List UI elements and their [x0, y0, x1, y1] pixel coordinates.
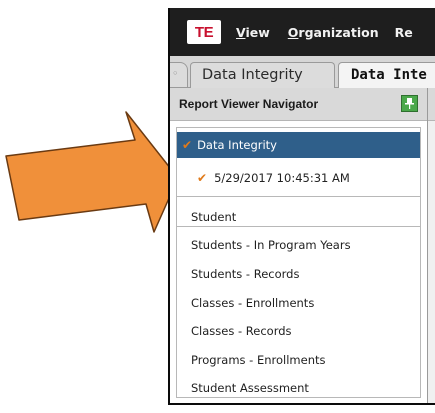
- report-list: Student Students - In Program Years Stud…: [176, 196, 421, 398]
- document-tab-strip: ◦ Data Integrity Data Inte: [170, 56, 435, 88]
- menu-organization[interactable]: Organization: [288, 25, 379, 40]
- navigator-title: Report Viewer Navigator: [179, 97, 319, 111]
- menu-view[interactable]: View: [236, 25, 270, 40]
- report-item-programs-enrollments[interactable]: Programs - Enrollments: [177, 346, 420, 374]
- tree-item-data-integrity[interactable]: ✔ Data Integrity: [177, 132, 420, 158]
- report-item-student[interactable]: Student: [177, 203, 420, 231]
- application-window: TE View Organization Re ◦ Data Integrity…: [168, 8, 435, 405]
- checkmark-icon: ✔: [182, 138, 193, 152]
- pin-icon[interactable]: [401, 95, 418, 112]
- menu-organization-mnemonic: O: [287, 24, 299, 40]
- report-item-student-assessment[interactable]: Student Assessment: [177, 374, 420, 402]
- tab-data-integrity-active[interactable]: Data Inte: [338, 62, 435, 88]
- report-item-classes-records[interactable]: Classes - Records: [177, 317, 420, 345]
- menu-reports-partial[interactable]: Re: [395, 25, 413, 40]
- navigator-header: Report Viewer Navigator: [170, 88, 427, 121]
- tab-scroll-left[interactable]: ◦: [170, 62, 188, 87]
- report-item-students-records[interactable]: Students - Records: [177, 260, 420, 288]
- report-viewer-navigator: Report Viewer Navigator ✔ Data Integrity…: [170, 88, 428, 403]
- tree-item-label: 5/29/2017 10:45:31 AM: [214, 171, 350, 185]
- menu-bar: TE View Organization Re: [170, 8, 435, 56]
- report-item-classes-enrollments[interactable]: Classes - Enrollments: [177, 289, 420, 317]
- report-item-students-in-program-years[interactable]: Students - In Program Years: [177, 231, 420, 259]
- menu-view-rest: iew: [245, 24, 270, 40]
- report-viewer-pane: [428, 88, 435, 403]
- tab-data-integrity[interactable]: Data Integrity: [190, 62, 335, 88]
- tree-item-label: Data Integrity: [197, 138, 277, 152]
- checkmark-icon: ✔: [197, 171, 208, 185]
- report-viewer-pane-header: [428, 88, 435, 121]
- tree-item-run-timestamp[interactable]: ✔ 5/29/2017 10:45:31 AM: [177, 165, 420, 191]
- menu-organization-rest: rganization: [298, 24, 379, 40]
- pin-glyph-icon: [405, 98, 414, 109]
- app-logo[interactable]: TE: [187, 20, 221, 44]
